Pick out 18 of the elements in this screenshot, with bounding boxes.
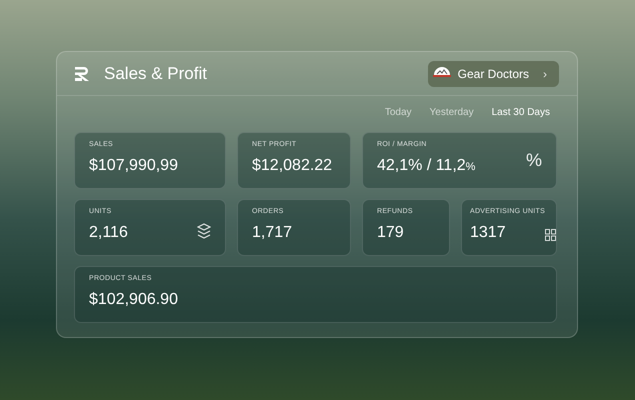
metric-value: $102,906.90 — [89, 290, 178, 310]
metric-value: 2,116 — [89, 223, 128, 243]
range-tab[interactable]: Yesterday — [430, 105, 474, 120]
range-tab[interactable]: Last 30 Days — [492, 105, 550, 120]
metric-value: 42,1% / 11,2% — [377, 156, 476, 176]
percent-sign: % — [526, 150, 542, 170]
range-tab[interactable]: Today — [384, 105, 412, 120]
dashboard-title: Sales & Profit — [104, 62, 207, 85]
chevron-icon: › — [543, 64, 547, 82]
metric-value: 1317 — [470, 223, 507, 243]
account-button[interactable]: Gear Doctors › — [428, 60, 559, 86]
metric-value: $12,082.22 — [252, 156, 332, 176]
metric-value: 1,717 — [252, 223, 292, 243]
logo-icon — [75, 66, 90, 80]
metric-value: 179 — [377, 223, 405, 243]
grid-icon — [545, 229, 556, 241]
layers-icon — [197, 223, 211, 241]
metric-value: $107,990,99 — [89, 156, 178, 176]
